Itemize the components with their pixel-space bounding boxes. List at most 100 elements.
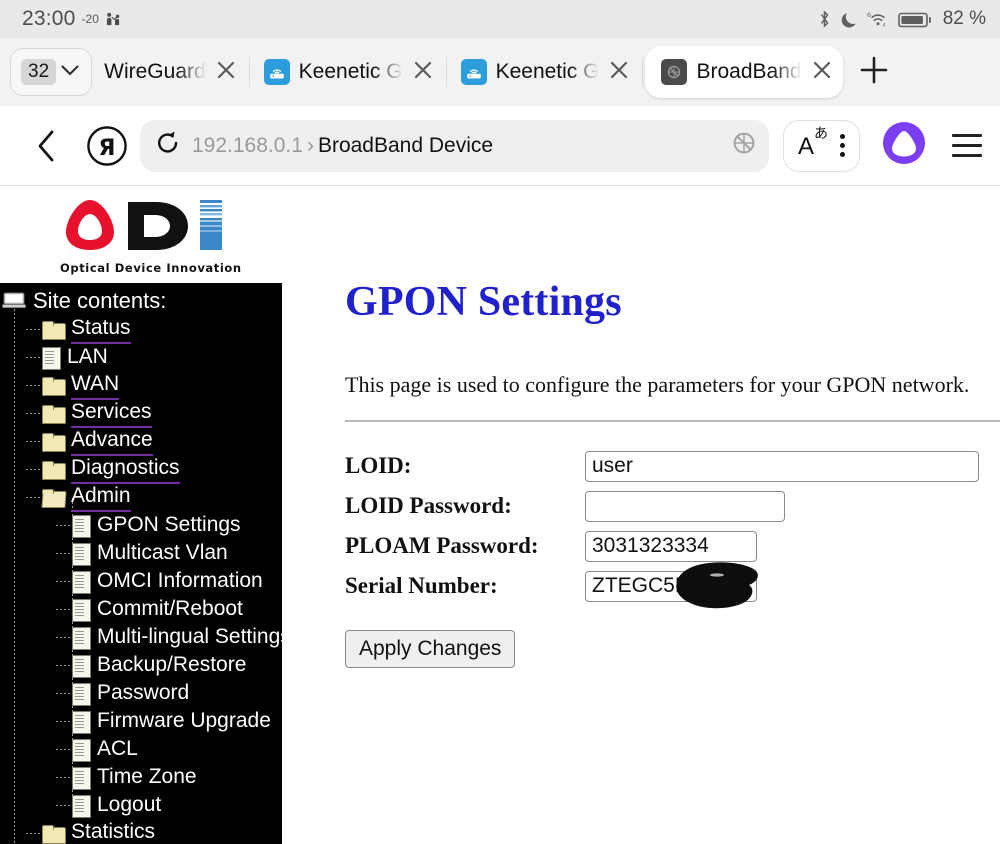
tree-connector — [56, 524, 70, 526]
contacts-icon — [106, 12, 121, 27]
svg-text:Я: Я — [99, 136, 116, 161]
sidebar-item-omci-information[interactable]: OMCI Information — [0, 567, 282, 595]
close-icon[interactable] — [215, 59, 237, 86]
tab-count-button[interactable]: 32 — [10, 48, 93, 96]
broadband-device-icon — [661, 59, 688, 85]
loid-label: LOID: — [345, 453, 412, 478]
tree-connector — [26, 412, 40, 414]
sidebar-item-label: WAN — [71, 370, 120, 400]
computer-icon — [2, 291, 28, 311]
tree-connector — [26, 468, 40, 470]
sidebar-item-admin[interactable]: Admin — [0, 482, 282, 512]
url-separator: › — [306, 133, 314, 157]
sidebar-item-time-zone[interactable]: Time Zone — [0, 763, 282, 791]
close-icon[interactable] — [608, 59, 630, 86]
tree-connector — [56, 748, 70, 750]
tab-broadband-device[interactable]: BroadBand — [645, 46, 843, 98]
translate-and-menu-group: Aあ — [782, 119, 860, 172]
tab-keenetic-2[interactable]: Keenetic G — [449, 46, 641, 98]
tree-connector — [26, 356, 40, 358]
url-host: 192.168.0.1 — [192, 133, 303, 157]
sidebar-item-label: Admin — [71, 482, 131, 512]
sidebar-item-label: Services — [71, 398, 152, 428]
sidebar-item-label: Multi-lingual Settings — [97, 625, 282, 648]
sidebar-item-status[interactable]: Status — [0, 314, 282, 344]
sidebar-item-logout[interactable]: Logout — [0, 791, 282, 819]
tree-connector — [56, 636, 70, 638]
three-dots-icon[interactable] — [840, 134, 845, 157]
serial-number-wrapper — [585, 561, 758, 608]
sidebar-item-password[interactable]: Password — [0, 679, 282, 707]
form-row-serial-number: Serial Number: — [345, 561, 1000, 608]
tree-connector — [26, 832, 40, 834]
odi-tagline: Optical Device Innovation — [60, 261, 242, 275]
loid-password-input[interactable] — [585, 490, 785, 522]
tree-root-label: Site contents: — [33, 288, 167, 313]
page-icon — [72, 626, 91, 650]
sidebar-item-backup-restore[interactable]: Backup/Restore — [0, 651, 282, 679]
back-chevron-icon[interactable] — [18, 129, 74, 163]
divider — [345, 420, 1000, 422]
status-temperature: -20 — [81, 12, 99, 26]
sidebar-item-label: Status — [71, 314, 131, 344]
loid-input[interactable] — [585, 450, 979, 482]
tree-connector — [56, 552, 70, 554]
url-page-name: BroadBand Device — [317, 133, 494, 157]
sidebar-item-multi-lingual-settings[interactable]: Multi-lingual Settings — [0, 623, 282, 651]
folder-icon — [42, 824, 66, 844]
tab-wireguard[interactable]: WireGuard — [92, 46, 247, 98]
page-icon — [72, 570, 91, 594]
chevron-down-icon — [61, 63, 79, 81]
bluetooth-icon — [817, 9, 832, 29]
close-icon[interactable] — [412, 59, 434, 86]
sidebar-item-statistics[interactable]: Statistics — [0, 819, 282, 844]
hamburger-menu-icon[interactable] — [952, 134, 982, 157]
page-icon — [72, 542, 91, 566]
tab-count-label: 32 — [21, 59, 57, 85]
sidebar-item-lan[interactable]: LAN — [0, 343, 282, 371]
status-clock: 23:00 — [22, 7, 76, 30]
sidebar-item-multicast-vlan[interactable]: Multicast Vlan — [0, 539, 282, 567]
ploam-password-label: PLOAM Password: — [345, 533, 539, 558]
sidebar-item-commit-reboot[interactable]: Commit/Reboot — [0, 595, 282, 623]
sidebar-item-label: Firmware Upgrade — [97, 709, 271, 732]
page-description: This page is used to configure the param… — [345, 372, 970, 397]
battery-icon — [897, 10, 932, 29]
apply-changes-button[interactable]: Apply Changes — [345, 630, 516, 668]
sidebar-item-label: OMCI Information — [97, 569, 263, 592]
tree-connector — [56, 608, 70, 610]
sidebar-item-advance[interactable]: Advance — [0, 427, 282, 456]
page-icon — [72, 598, 91, 622]
tree-connector — [56, 580, 70, 582]
sidebar-item-label: Backup/Restore — [97, 653, 247, 676]
do-not-disturb-moon-icon — [841, 10, 858, 29]
tree-connector — [56, 720, 70, 722]
serial-number-label: Serial Number: — [345, 573, 498, 598]
serial-number-input[interactable] — [585, 570, 757, 602]
tree-connector — [26, 496, 40, 498]
reload-icon[interactable] — [156, 130, 180, 161]
sidebar-item-wan[interactable]: WAN — [0, 370, 282, 400]
translate-button[interactable]: Aあ — [797, 126, 828, 160]
sidebar-item-diagnostics[interactable]: Diagnostics — [0, 455, 282, 484]
sidebar-item-acl[interactable]: ACL — [0, 735, 282, 763]
plus-icon[interactable] — [857, 53, 891, 92]
yandex-logo-icon[interactable]: Я — [74, 125, 140, 167]
sidebar-item-firmware-upgrade[interactable]: Firmware Upgrade — [0, 707, 282, 735]
translate-latin-letter: A — [797, 132, 814, 160]
tab-keenetic-1[interactable]: Keenetic G — [252, 46, 444, 98]
close-icon[interactable] — [811, 59, 833, 86]
sidebar-item-label: LAN — [67, 345, 108, 368]
ploam-password-input[interactable] — [585, 530, 757, 562]
alice-assistant-icon[interactable] — [878, 117, 930, 174]
folder-icon — [42, 320, 66, 340]
url-field[interactable]: 192.168.0.1 › BroadBand Device — [140, 119, 769, 172]
page-icon — [72, 682, 91, 706]
sidebar-item-gpon-settings[interactable]: GPON Settings — [0, 511, 282, 539]
svg-text:4: 4 — [882, 22, 885, 28]
page-icon — [72, 738, 91, 762]
adblock-shield-icon[interactable] — [731, 130, 757, 161]
sidebar-item-services[interactable]: Services — [0, 398, 282, 428]
form-row-ploam-password: PLOAM Password: — [345, 526, 1000, 566]
tree-connector — [56, 804, 70, 806]
